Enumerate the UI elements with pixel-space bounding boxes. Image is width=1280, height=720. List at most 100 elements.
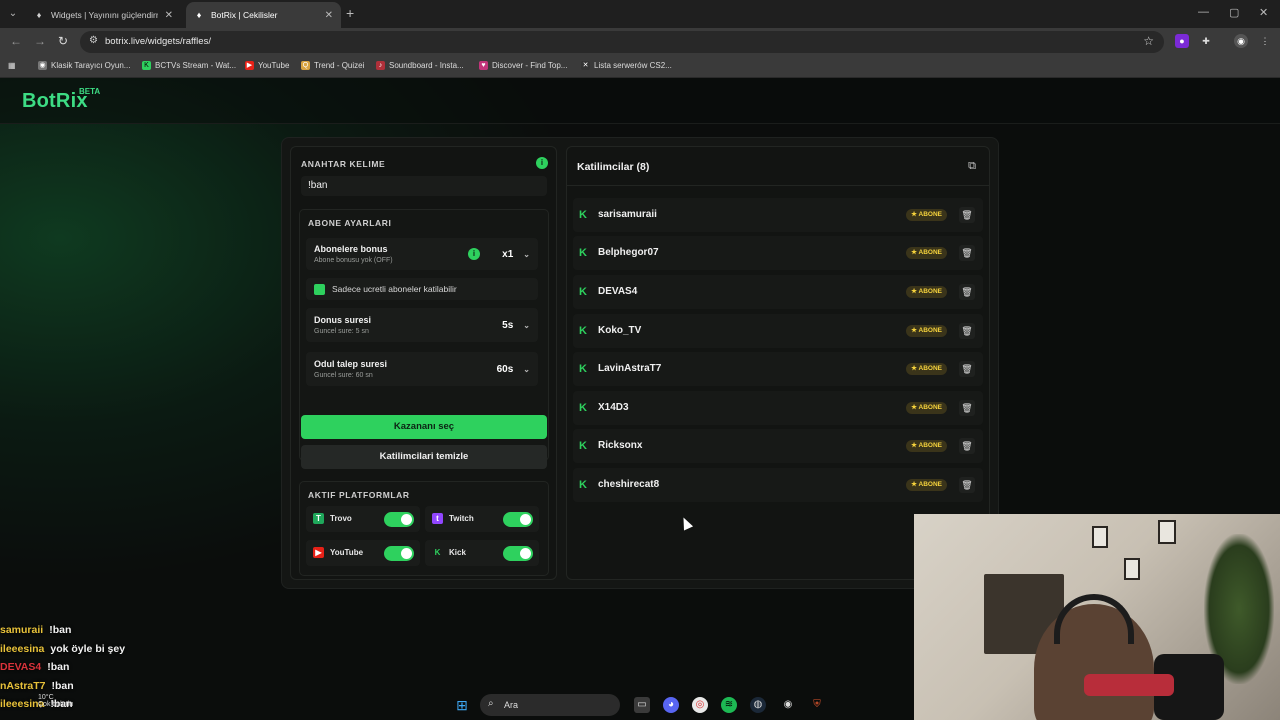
only-paid-row[interactable]: Sadece ucretli aboneler katilabilir	[306, 278, 538, 300]
forward-icon[interactable]: →	[34, 34, 46, 48]
keyword-input[interactable]: !ban	[301, 176, 547, 196]
odul-value: 60s	[496, 364, 514, 375]
bookmark-item[interactable]: ▶ YouTube	[245, 61, 289, 70]
discord-icon[interactable]: ◕	[663, 697, 679, 713]
weather-widget[interactable]: 10°C Çok bulutlu	[38, 694, 73, 708]
chat-message: !ban	[47, 661, 70, 673]
delete-icon[interactable]: 🗑	[959, 284, 975, 300]
file-explorer-icon[interactable]: ▭	[634, 697, 650, 713]
bookmark-item[interactable]: ◉ Klasik Tarayıcı Oyun...	[38, 61, 130, 70]
badge-text: ABONE	[918, 327, 942, 334]
participant-row: K sarisamuraii ★ ABONE 🗑	[573, 198, 983, 232]
subscriber-bonus-row: Abonelere bonus Abone bonusu yok (OFF) i…	[306, 238, 538, 270]
active-platforms: AKTIF PLATFORMLAR T Trovo t Twitch ▶ You…	[299, 481, 549, 576]
tab-close-icon[interactable]: ✕	[325, 10, 333, 21]
badge-text: ABONE	[918, 249, 942, 256]
extensions-puzzle-icon[interactable]: ✚	[1199, 34, 1213, 48]
delete-icon[interactable]: 🗑	[959, 207, 975, 223]
tab-search-icon[interactable]: ⌄	[4, 5, 22, 23]
pick-winner-button[interactable]: Kazananı seç	[301, 415, 547, 439]
close-window-icon[interactable]: ✕	[1259, 6, 1268, 19]
delete-icon[interactable]: 🗑	[959, 245, 975, 261]
kick-icon: K	[579, 247, 587, 259]
brave-icon[interactable]: ⛨	[809, 697, 825, 713]
participant-name: X14D3	[598, 402, 629, 413]
url-bar[interactable]: ⚙ botrix.live/widgets/raffles/ ☆	[80, 31, 1164, 53]
menu-kebab-icon[interactable]: ⋮	[1258, 34, 1272, 48]
obs-icon[interactable]: ◉	[780, 697, 796, 713]
bookmark-item[interactable]: ✕ Lista serwerów CS2...	[581, 61, 672, 70]
steam-icon[interactable]: ◍	[750, 697, 766, 713]
only-paid-checkbox[interactable]	[314, 284, 325, 295]
donus-select[interactable]: 5s ⌄	[502, 320, 530, 331]
delete-icon[interactable]: 🗑	[959, 477, 975, 493]
tab-close-icon[interactable]: ✕	[165, 10, 173, 21]
tab-botrix[interactable]: ♦ BotRix | Cekilisler ✕	[186, 2, 341, 28]
participant-row: K Ricksonx ★ ABONE 🗑	[573, 429, 983, 463]
delete-icon[interactable]: 🗑	[959, 438, 975, 454]
participants-title: Katilimcilar (8)	[577, 161, 650, 173]
chat-line: samuraii !ban	[0, 624, 71, 636]
taskbar-search[interactable]: ⌕ Ara	[480, 694, 620, 716]
kick-icon: K	[434, 548, 441, 557]
site-info-icon[interactable]: ⚙	[89, 35, 98, 46]
bookmark-star-icon[interactable]: ☆	[1143, 34, 1154, 48]
webcam-picture-frame	[1092, 526, 1108, 548]
back-icon[interactable]: ←	[10, 34, 22, 48]
bookmark-item[interactable]: Q Trend - Quizei	[301, 61, 364, 70]
chat-line: ileeesina yok öyle bi şey	[0, 643, 125, 655]
participant-row: K X14D3 ★ ABONE 🗑	[573, 391, 983, 425]
chat-line: nAstraT7 !ban	[0, 680, 74, 692]
botrix-logo[interactable]: BotRix	[22, 90, 88, 113]
odul-select[interactable]: 60s ⌄	[497, 364, 530, 375]
badge-text: ABONE	[918, 481, 942, 488]
botrix-favicon-icon: ♦	[196, 10, 202, 20]
copy-icon[interactable]: ⧉	[965, 159, 979, 173]
donus-subtitle: Guncel sure: 5 sn	[314, 328, 369, 335]
badge-text: ABONE	[918, 211, 942, 218]
webcam-picture-frame	[1124, 558, 1140, 580]
participant-name: DEVAS4	[598, 286, 638, 297]
kick-icon: K	[579, 363, 587, 375]
spotify-icon[interactable]: ≋	[721, 697, 737, 713]
extension-icon[interactable]: ●	[1175, 34, 1189, 48]
trovo-toggle[interactable]	[384, 512, 414, 527]
kick-icon: K	[579, 325, 587, 337]
info-icon[interactable]: i	[536, 157, 548, 169]
delete-icon[interactable]: 🗑	[959, 361, 975, 377]
twitch-toggle[interactable]	[503, 512, 533, 527]
clear-participants-button[interactable]: Katilimcilari temizle	[301, 445, 547, 469]
weather-desc: Çok bulutlu	[38, 701, 74, 708]
kick-toggle[interactable]	[503, 546, 533, 561]
delete-icon[interactable]: 🗑	[959, 323, 975, 339]
profile-avatar-icon[interactable]: ◉	[1234, 34, 1248, 48]
bonus-info-icon[interactable]: i	[468, 248, 480, 260]
youtube-icon: ▶	[313, 547, 324, 558]
microphone-icon	[1084, 674, 1174, 696]
youtube-toggle[interactable]	[384, 546, 414, 561]
kick-icon: K	[579, 479, 587, 491]
maximize-icon[interactable]: ▢	[1229, 6, 1239, 19]
bookmark-item[interactable]: ♥ Discover - Find Top...	[479, 61, 567, 70]
headset-icon	[1054, 594, 1134, 644]
participant-row: K Belphegor07 ★ ABONE 🗑	[573, 236, 983, 270]
chat-user: samuraii	[0, 624, 44, 636]
chrome-icon[interactable]: ◎	[692, 697, 708, 713]
windows-start-icon[interactable]: ⊞	[454, 697, 470, 713]
participant-name: LavinAstraT7	[598, 363, 662, 374]
bookmark-item[interactable]: ♪ Soundboard - Insta...	[376, 61, 464, 70]
raffle-panel: ANAHTAR KELIME i !ban ABONE AYARLARI Abo…	[281, 137, 999, 589]
chat-message: yok öyle bi şey	[50, 643, 126, 655]
minimize-icon[interactable]: —	[1198, 6, 1209, 18]
new-tab-icon[interactable]: +	[346, 5, 354, 21]
apps-grid-icon[interactable]: ▦	[8, 61, 16, 70]
delete-icon[interactable]: 🗑	[959, 400, 975, 416]
reload-icon[interactable]: ↻	[58, 34, 68, 48]
search-icon: ⌕	[488, 698, 494, 709]
badge-text: ABONE	[918, 442, 942, 449]
platform-twitch: t Twitch	[425, 506, 539, 532]
bonus-multiplier-select[interactable]: x1 ⌄	[502, 249, 530, 260]
bookmark-item[interactable]: K BCTVs Stream - Wat...	[142, 61, 236, 70]
tab-widgets[interactable]: ♦ Widgets | Yayınını güçlendirmek ✕	[26, 2, 181, 28]
donus-suresi-row: Donus suresi Guncel sure: 5 sn 5s ⌄	[306, 308, 538, 342]
